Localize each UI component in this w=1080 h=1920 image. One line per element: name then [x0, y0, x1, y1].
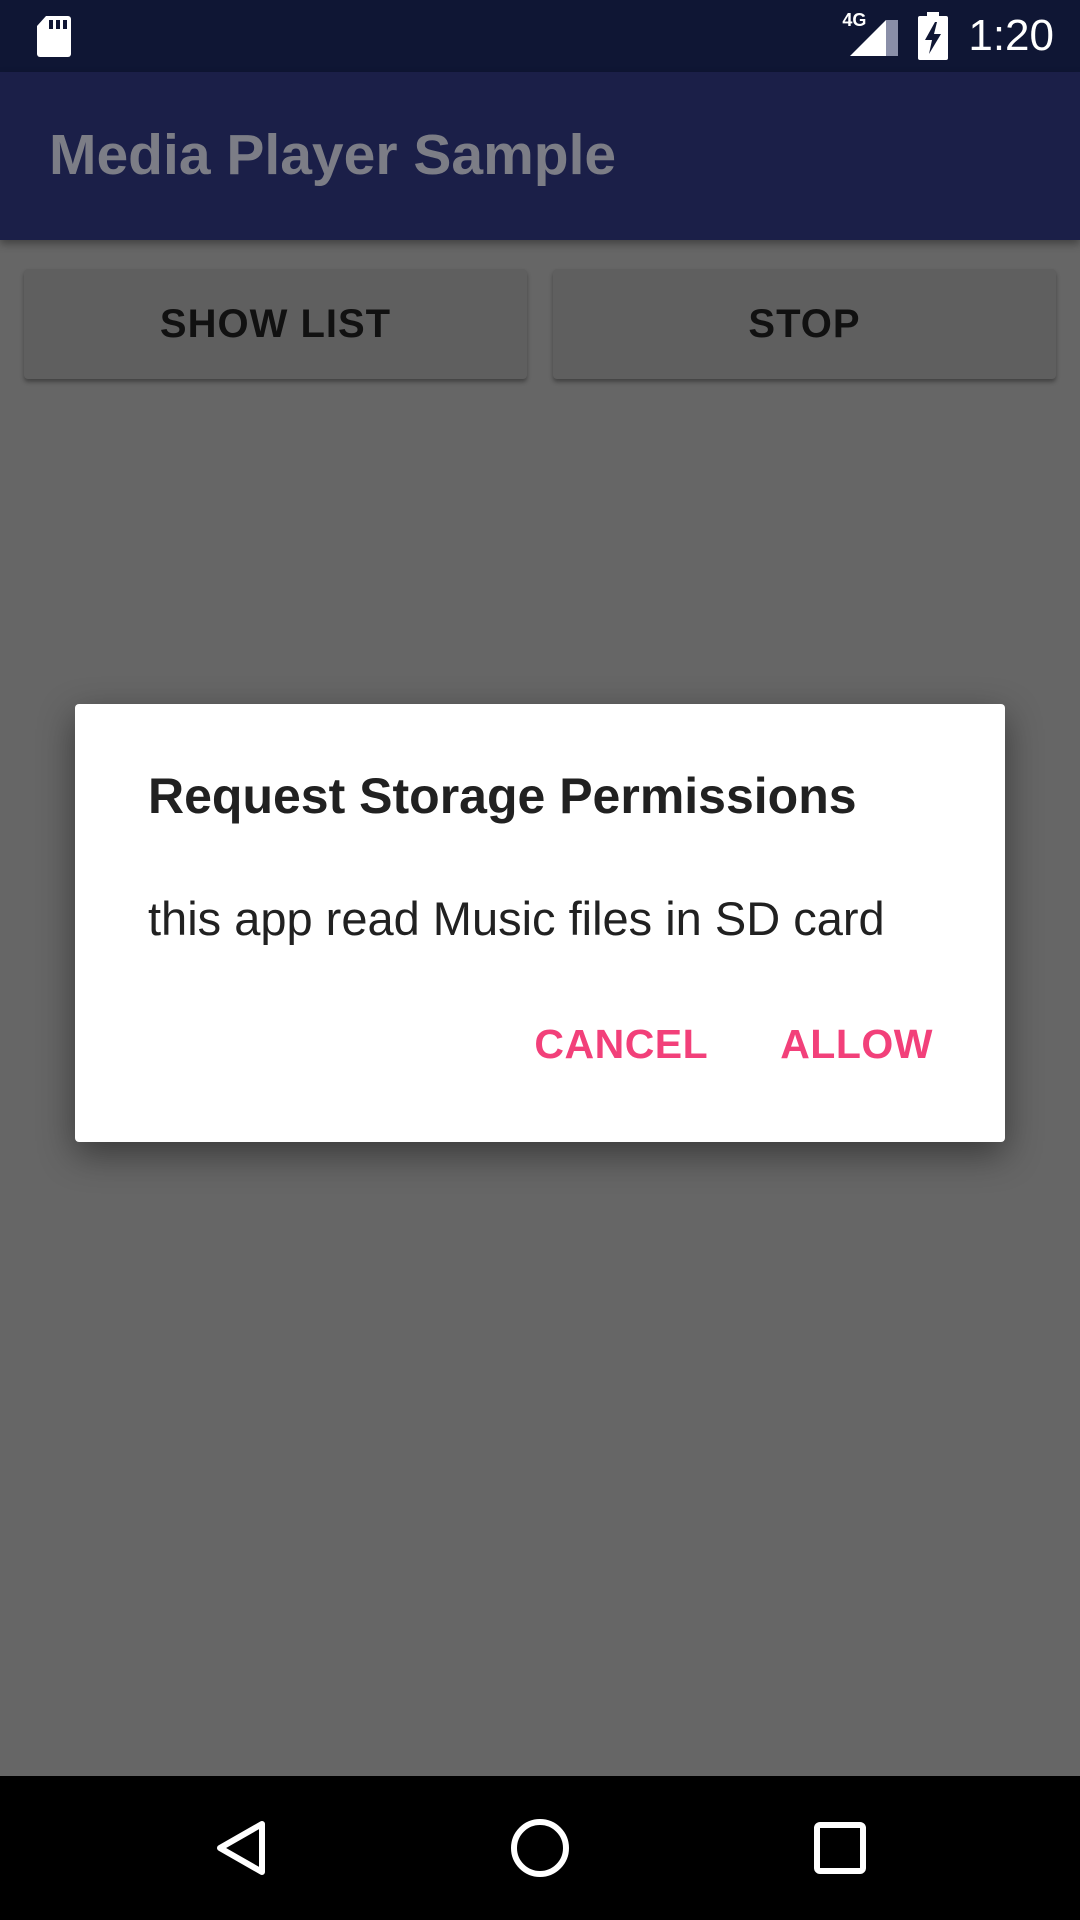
back-icon[interactable]: [168, 1776, 312, 1920]
allow-button[interactable]: ALLOW: [780, 1016, 933, 1072]
app-bar: Media Player Sample: [0, 72, 1080, 240]
dialog-message: this app read Music files in SD card: [148, 892, 885, 945]
navigation-bar: [0, 1776, 1080, 1920]
dialog-title: Request Storage Permissions: [148, 768, 857, 824]
status-bar: 4G 1:20: [0, 0, 1080, 72]
home-icon[interactable]: [468, 1776, 612, 1920]
screen: 4G 1:20 Media Player Sample SHOW LIST ST…: [0, 0, 1080, 1920]
dialog-actions: CANCEL ALLOW: [534, 1016, 933, 1072]
cancel-button[interactable]: CANCEL: [534, 1016, 708, 1072]
recents-icon[interactable]: [768, 1776, 912, 1920]
sd-card-icon: [36, 14, 72, 58]
permission-dialog: Request Storage Permissions this app rea…: [75, 704, 1005, 1142]
signal-4g-icon: 4G: [840, 10, 900, 60]
stop-button[interactable]: STOP: [553, 269, 1056, 379]
status-icons: 4G 1:20: [840, 0, 1080, 72]
battery-charging-icon: [918, 12, 949, 60]
status-time: 1:20: [968, 11, 1054, 60]
app-title: Media Player Sample: [49, 123, 617, 187]
show-list-button[interactable]: SHOW LIST: [24, 269, 527, 379]
